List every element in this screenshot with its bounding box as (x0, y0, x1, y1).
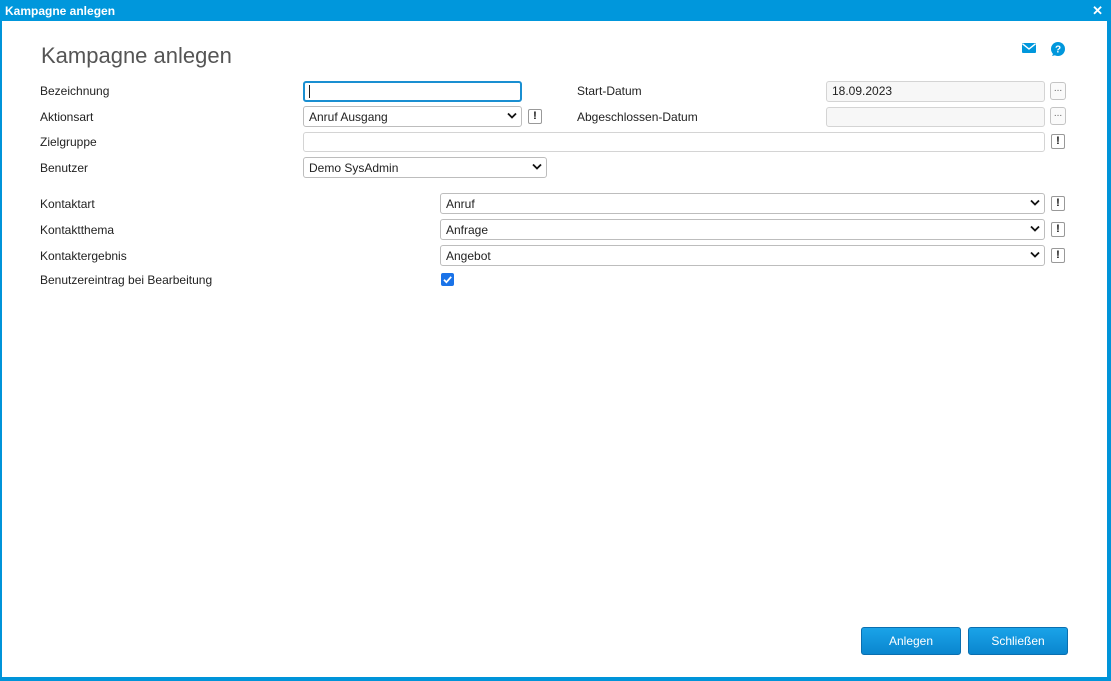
benutzereintrag-label: Benutzereintrag bei Bearbeitung (40, 273, 213, 287)
benutzer-value: Demo SysAdmin (309, 161, 399, 175)
mail-icon[interactable] (1021, 40, 1037, 56)
abgeschlossen-datum-label: Abgeschlossen-Datum (577, 110, 698, 124)
dialog-content: Kampagne anlegen ? Bezeichnung Aktionsar… (2, 21, 1107, 677)
benutzer-label: Benutzer (40, 161, 89, 175)
start-datum-label: Start-Datum (577, 84, 642, 98)
aktionsart-info-button[interactable]: ! (528, 109, 542, 124)
svg-text:?: ? (1055, 45, 1061, 56)
chevron-down-icon (1030, 251, 1040, 258)
bezeichnung-input[interactable] (303, 81, 522, 102)
zielgruppe-label: Zielgruppe (40, 135, 97, 149)
chevron-down-icon (507, 112, 517, 119)
abgeschlossen-datum-picker-button[interactable]: ... (1050, 107, 1066, 125)
chevron-down-icon (1030, 199, 1040, 206)
page-title: Kampagne anlegen (41, 43, 232, 68)
close-icon[interactable]: ✕ (1092, 3, 1103, 19)
kontaktergebnis-info-button[interactable]: ! (1051, 248, 1065, 263)
checkmark-icon (443, 276, 452, 284)
abgeschlossen-datum-input[interactable] (826, 107, 1045, 127)
chevron-down-icon (1030, 225, 1040, 232)
text-cursor (309, 85, 310, 98)
help-icon[interactable]: ? (1050, 41, 1066, 57)
kontaktart-select[interactable]: Anruf (440, 193, 1045, 214)
kontaktergebnis-select[interactable]: Angebot (440, 245, 1045, 266)
schliessen-button[interactable]: Schließen (968, 627, 1068, 655)
aktionsart-label: Aktionsart (40, 110, 94, 124)
start-datum-input[interactable]: 18.09.2023 (826, 81, 1045, 102)
start-datum-picker-button[interactable]: ... (1050, 82, 1066, 100)
title-bar: Kampagne anlegen ✕ (0, 0, 1111, 21)
aktionsart-value: Anruf Ausgang (309, 110, 388, 124)
kontaktart-info-button[interactable]: ! (1051, 196, 1065, 211)
zielgruppe-input[interactable] (303, 132, 1045, 152)
bezeichnung-label: Bezeichnung (40, 84, 110, 98)
zielgruppe-info-button[interactable]: ! (1051, 134, 1065, 149)
kontaktthema-value: Anfrage (446, 223, 489, 237)
chevron-down-icon (532, 163, 542, 170)
benutzer-select[interactable]: Demo SysAdmin (303, 157, 547, 178)
kontaktthema-select[interactable]: Anfrage (440, 219, 1045, 240)
kontaktergebnis-label: Kontaktergebnis (40, 249, 127, 263)
benutzereintrag-checkbox[interactable] (441, 273, 454, 286)
kontaktthema-label: Kontaktthema (40, 223, 115, 237)
kontaktart-label: Kontaktart (40, 197, 95, 211)
aktionsart-select[interactable]: Anruf Ausgang (303, 106, 522, 127)
kontaktergebnis-value: Angebot (446, 249, 491, 263)
kontaktthema-info-button[interactable]: ! (1051, 222, 1065, 237)
window-title: Kampagne anlegen (5, 4, 116, 18)
anlegen-button[interactable]: Anlegen (861, 627, 961, 655)
kontaktart-value: Anruf (446, 197, 475, 211)
